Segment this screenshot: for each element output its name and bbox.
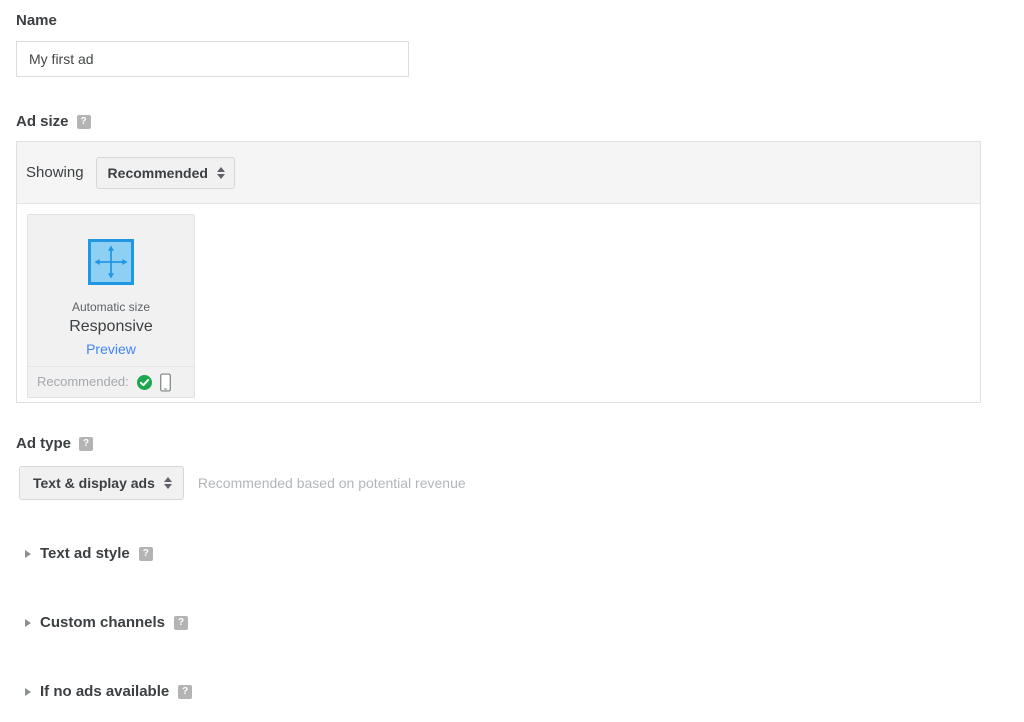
ad-size-heading: Ad size ?	[16, 113, 91, 131]
showing-label: Showing	[26, 164, 84, 181]
collapsible-label: If no ads available	[40, 683, 170, 700]
ad-type-hint: Recommended based on potential revenue	[197, 475, 466, 491]
triangle-right-icon	[25, 688, 31, 696]
four-way-arrow-resize-icon	[88, 239, 134, 285]
showing-select-value: Recommended	[107, 164, 208, 181]
ad-name-input[interactable]	[16, 41, 409, 77]
ad-size-option-responsive[interactable]: Automatic size Responsive Preview Recomm…	[27, 214, 195, 398]
ad-size-option-subtitle: Automatic size	[71, 300, 151, 314]
ad-type-help-icon[interactable]: ?	[79, 437, 94, 451]
ad-type-heading: Ad type ?	[16, 435, 94, 453]
showing-select[interactable]: Recommended	[95, 156, 235, 189]
ad-size-help-icon[interactable]: ?	[76, 115, 91, 129]
ad-size-options-list: Automatic size Responsive Preview Recomm…	[17, 204, 980, 408]
ad-type-select[interactable]: Text & display ads	[19, 466, 184, 500]
name-field-group: Name	[16, 12, 409, 77]
text-ad-style-help-icon[interactable]: ?	[138, 547, 153, 561]
triangle-right-icon	[25, 550, 31, 558]
ad-size-heading-label: Ad size	[16, 113, 69, 130]
name-label: Name	[16, 12, 57, 29]
ad-size-recommended-row: Recommended:	[28, 366, 194, 397]
collapsible-label: Custom channels	[40, 614, 166, 631]
custom-channels-help-icon[interactable]: ?	[174, 616, 189, 630]
mobile-phone-icon	[159, 372, 171, 392]
updown-arrows-icon	[216, 166, 225, 179]
triangle-right-icon	[25, 619, 31, 627]
ad-size-option-title: Responsive	[69, 318, 153, 335]
ad-type-row: Text & display ads Recommended based on …	[19, 466, 466, 500]
updown-arrows-icon	[163, 477, 172, 489]
collapsible-custom-channels[interactable]: Custom channels ?	[25, 614, 189, 632]
collapsible-text-ad-style[interactable]: Text ad style ?	[25, 545, 153, 563]
collapsible-label: Text ad style	[40, 545, 130, 562]
ad-size-option-body: Automatic size Responsive Preview	[28, 215, 194, 366]
ad-type-heading-label: Ad type	[16, 435, 72, 452]
recommended-label: Recommended:	[37, 374, 129, 389]
collapsible-if-no-ads-available[interactable]: If no ads available ?	[25, 683, 193, 701]
ad-size-panel: Showing Recommended Automatic size Respo…	[16, 141, 981, 403]
ad-type-select-value: Text & display ads	[33, 475, 155, 491]
ad-size-panel-header: Showing Recommended	[17, 142, 980, 204]
ad-size-preview-link[interactable]: Preview	[38, 340, 184, 358]
if-no-ads-help-icon[interactable]: ?	[178, 685, 193, 699]
green-check-circle-icon	[136, 374, 152, 390]
